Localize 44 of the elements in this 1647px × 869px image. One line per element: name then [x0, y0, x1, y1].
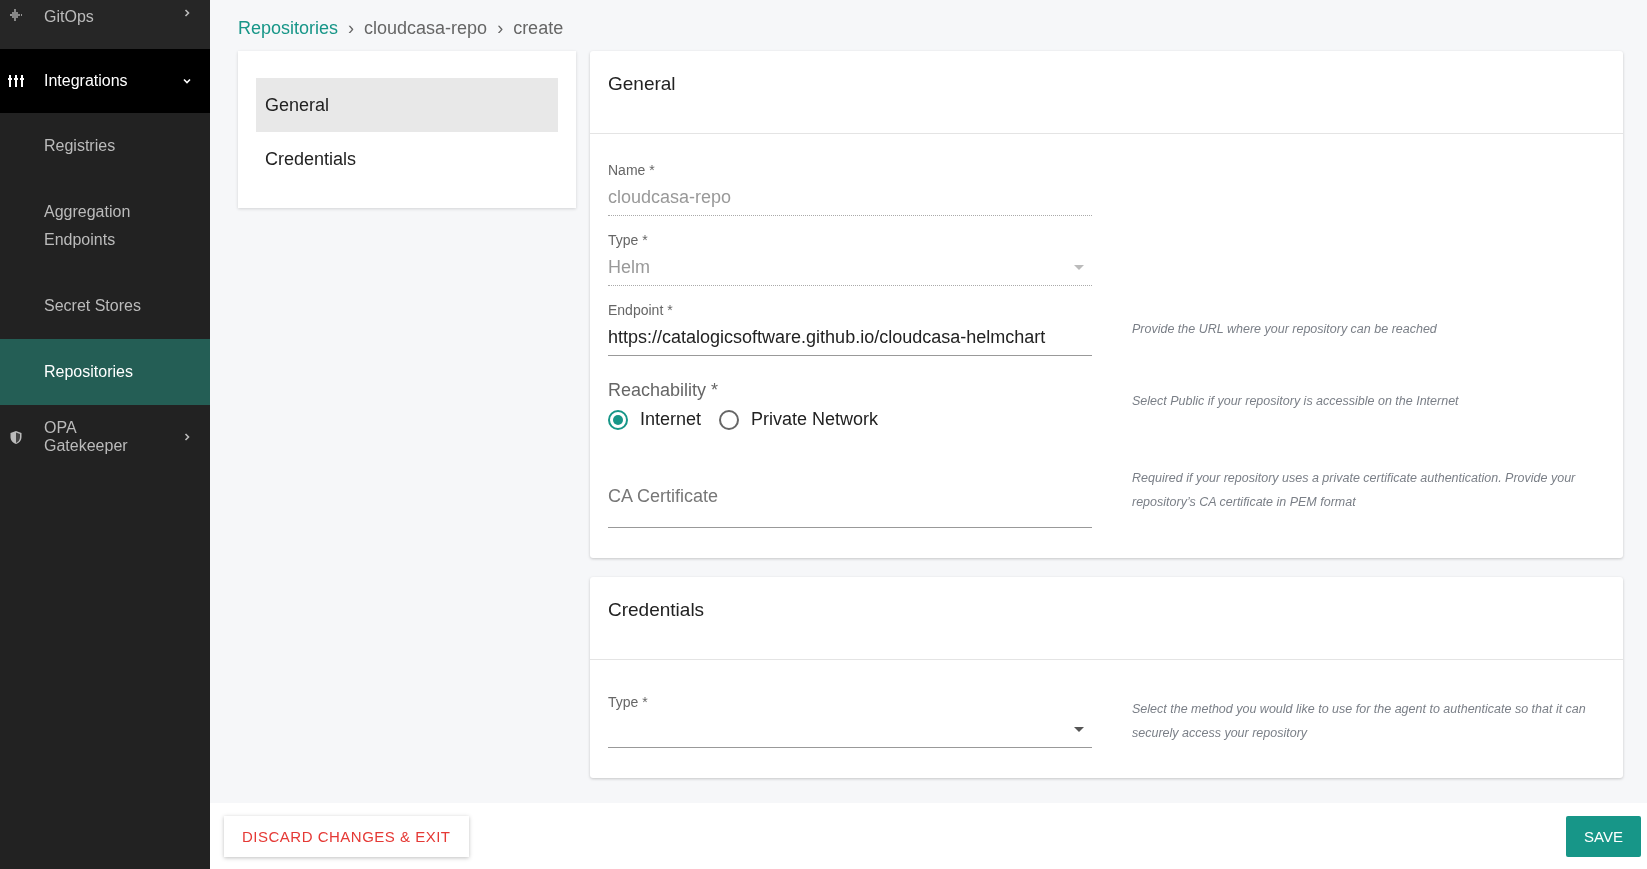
- help-text: Required if your repository uses a private certificate authentication. Provide your repository’s CA certificate in PEM format: [1132, 470, 1577, 511]
- card-title: General: [590, 51, 1623, 134]
- radio-option[interactable]: Private Network: [719, 409, 879, 430]
- breadcrumb-separator: ›: [497, 18, 504, 39]
- field-value: cloudcasa-repo: [608, 186, 733, 208]
- pulse-icon: [8, 8, 24, 22]
- sliders-icon: [8, 74, 24, 88]
- card-title: Credentials: [590, 577, 1623, 660]
- field-label: Name *: [608, 162, 656, 178]
- caret-icon: [1074, 726, 1084, 732]
- chevron-right-icon: [182, 8, 192, 18]
- help-text: Provide the URL where your repository can be reached: [1132, 321, 1438, 338]
- radio-option[interactable]: Internet: [608, 409, 702, 430]
- save-button[interactable]: SAVE: [1566, 815, 1641, 857]
- sidebar-item[interactable]: Integrations: [0, 49, 210, 113]
- breadcrumb-separator: ›: [348, 18, 355, 39]
- radio-button[interactable]: [719, 409, 740, 430]
- sidebar-subitem[interactable]: Repositories: [0, 339, 210, 405]
- help-text: Select Public if your repository is accessible on the Internet: [1132, 393, 1460, 410]
- field-label: Type *: [608, 232, 649, 248]
- shield-icon: [8, 429, 24, 445]
- field-value: Helm: [608, 256, 651, 278]
- sidebar-subitem[interactable]: Registries: [0, 113, 210, 179]
- field-label: Type *: [608, 694, 649, 710]
- breadcrumb-item: create: [513, 18, 564, 39]
- field-label: Reachability *: [608, 380, 720, 401]
- text-area[interactable]: CA Certificate: [608, 452, 1092, 528]
- chevron-down-icon: [182, 76, 192, 86]
- radio-button[interactable]: [608, 409, 628, 430]
- select-field[interactable]: Type *: [608, 694, 1092, 748]
- caret-icon: [1074, 264, 1084, 270]
- sidebar-subitem[interactable]: Secret Stores: [0, 273, 210, 339]
- sidebar-item[interactable]: OPA Gatekeeper: [0, 405, 210, 469]
- section-nav-item[interactable]: General: [256, 78, 558, 132]
- field-value: https://catalogicsoftware.github.io/cloudcasa-helmchart: [608, 326, 1047, 348]
- discard-button[interactable]: DISCARD CHANGES & EXIT: [224, 815, 469, 857]
- chevron-right-icon: [182, 432, 192, 442]
- field-label: Endpoint *: [608, 302, 674, 318]
- sidebar-item[interactable]: GitOps: [0, 0, 210, 49]
- sidebar-subitem[interactable]: Aggregation Endpoints: [0, 179, 210, 273]
- breadcrumb-item: cloudcasa-repo: [364, 18, 488, 39]
- help-text: Select the method you would like to use for the agent to authenticate so that it can securely access your repository: [1132, 701, 1587, 742]
- section-nav-item[interactable]: Credentials: [256, 132, 558, 186]
- text-field[interactable]: Endpoint * https://catalogicsoftware.github.io/cloudcasa-helmchart: [608, 302, 1092, 356]
